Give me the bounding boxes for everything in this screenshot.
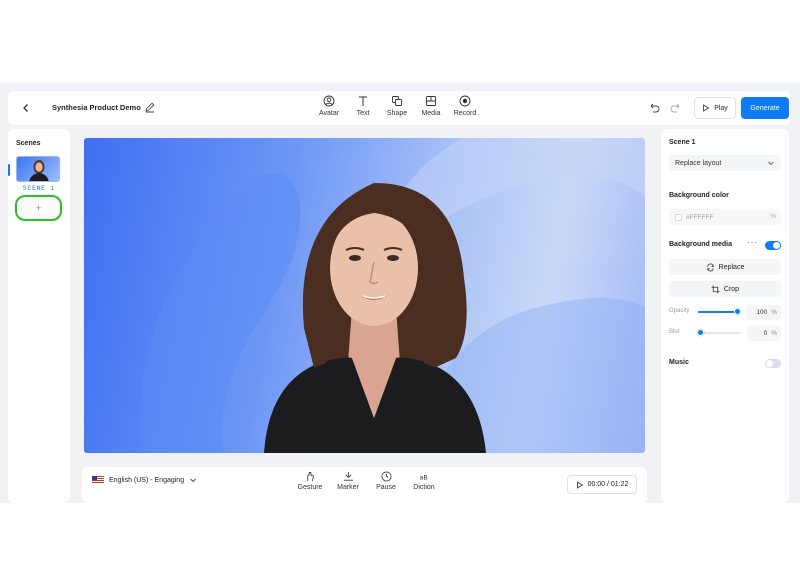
script-bar: English (US) - Engaging Gesture Marker P… [82,467,647,503]
chevron-left-icon [23,104,28,112]
tool-shape-label: Shape [386,110,408,117]
scene-title: Scene 1 [669,139,696,146]
generate-button[interactable]: Generate [741,97,789,119]
color-swatch[interactable] [675,213,682,221]
diction-icon: aB [419,473,427,481]
scene-avatar-thumbnail-image [29,160,49,181]
marker-button[interactable]: Marker [334,471,362,491]
blur-slider[interactable] [697,329,740,336]
play-icon [576,480,583,489]
video-canvas[interactable] [84,138,645,453]
toggle-knob [773,242,780,249]
shape-icon [392,96,402,106]
marker-label: Marker [337,484,359,491]
play-label: Play [714,104,728,112]
tool-text[interactable]: Text [352,95,374,117]
properties-panel: Scene 1 Replace layout Background color … [661,129,789,503]
background-media-title: Background media [669,241,733,248]
background-media-toggle[interactable] [765,241,781,250]
background-color-unit: % [770,213,776,220]
pause-clock-icon [381,471,391,482]
active-scene-indicator [8,164,10,176]
diction-label: Diction [413,484,435,491]
crop-button[interactable]: Crop [669,281,781,297]
opacity-label: Opacity [669,308,690,314]
tool-media[interactable]: Media [420,95,442,117]
timecode-player[interactable]: 00:00 / 01:22 [567,475,637,494]
blur-input[interactable]: 0 % [747,326,781,341]
tool-text-label: Text [356,110,370,117]
more-options-icon[interactable]: ··· [747,238,758,247]
top-bar: Synthesia Product Demo Avatar Text Shape… [8,91,790,125]
play-icon [703,104,710,112]
tool-record-label: Record [453,110,477,117]
blur-value: 0 [763,330,768,337]
diction-button[interactable]: aB Diction [410,471,438,491]
svg-text:aB: aB [419,473,427,481]
blur-label: Blur [669,329,680,335]
us-flag-icon [92,476,104,484]
pause-button[interactable]: Pause [372,471,400,491]
layout-select-label: Replace layout [675,159,722,167]
opacity-value: 100 [756,309,768,316]
voice-label: English (US) - Engaging [109,476,185,484]
gesture-label: Gesture [297,484,323,491]
add-scene-button[interactable]: + [15,195,62,221]
crop-icon [711,284,720,294]
tool-avatar[interactable]: Avatar [318,95,340,117]
gesture-icon [306,471,314,482]
tool-avatar-label: Avatar [318,110,340,117]
toolbar-tools: Avatar Text Shape Media Record [318,95,476,117]
music-title: Music [669,359,689,366]
chevron-down-icon [190,478,196,483]
avatar-icon [323,95,335,107]
play-button[interactable]: Play [694,97,736,119]
undo-icon[interactable] [648,102,660,114]
scenes-sidebar: Scenes SCENE 1 + [8,129,70,503]
replace-label: Replace [718,263,745,271]
music-toggle[interactable] [765,359,781,368]
layout-select[interactable]: Replace layout [669,155,781,171]
replace-media-button[interactable]: Replace [669,259,781,275]
scenes-title: Scenes [16,140,41,147]
chevron-down-icon [768,161,774,166]
opacity-input[interactable]: 100 % [747,305,781,320]
tool-record[interactable]: Record [454,95,476,117]
opacity-slider-fill [698,311,738,313]
voice-selector[interactable]: English (US) - Engaging [92,476,197,484]
blur-unit: % [771,330,777,337]
toggle-knob [766,360,773,367]
back-button[interactable] [18,100,34,116]
timecode-label: 00:00 / 01:22 [587,481,629,488]
replace-icon [707,263,714,271]
opacity-slider-thumb[interactable] [734,308,741,315]
background-color-field[interactable]: #FFFFFF % [669,209,781,225]
avatar-presenter-image [264,183,486,453]
gesture-button[interactable]: Gesture [296,471,324,491]
background-color-value: #FFFFFF [686,213,714,221]
editor-app: Synthesia Product Demo Avatar Text Shape… [0,83,800,503]
text-icon [359,96,367,106]
scene-label[interactable]: SCENE 1 [8,185,70,192]
tool-media-label: Media [421,110,441,117]
marker-icon [343,471,353,481]
pencil-edit-icon[interactable] [144,101,156,113]
scene-thumbnail[interactable] [16,156,60,182]
record-icon [459,95,471,107]
background-color-title: Background color [669,192,729,199]
redo-icon[interactable] [670,102,682,114]
pause-label: Pause [376,484,396,491]
blur-slider-thumb[interactable] [697,329,704,336]
media-icon [426,96,436,106]
script-tools: Gesture Marker Pause aB Diction [296,471,438,491]
project-title[interactable]: Synthesia Product Demo [52,103,141,112]
tool-shape[interactable]: Shape [386,95,408,117]
crop-label: Crop [723,285,740,293]
opacity-unit: % [771,309,777,316]
opacity-slider[interactable] [698,308,741,315]
